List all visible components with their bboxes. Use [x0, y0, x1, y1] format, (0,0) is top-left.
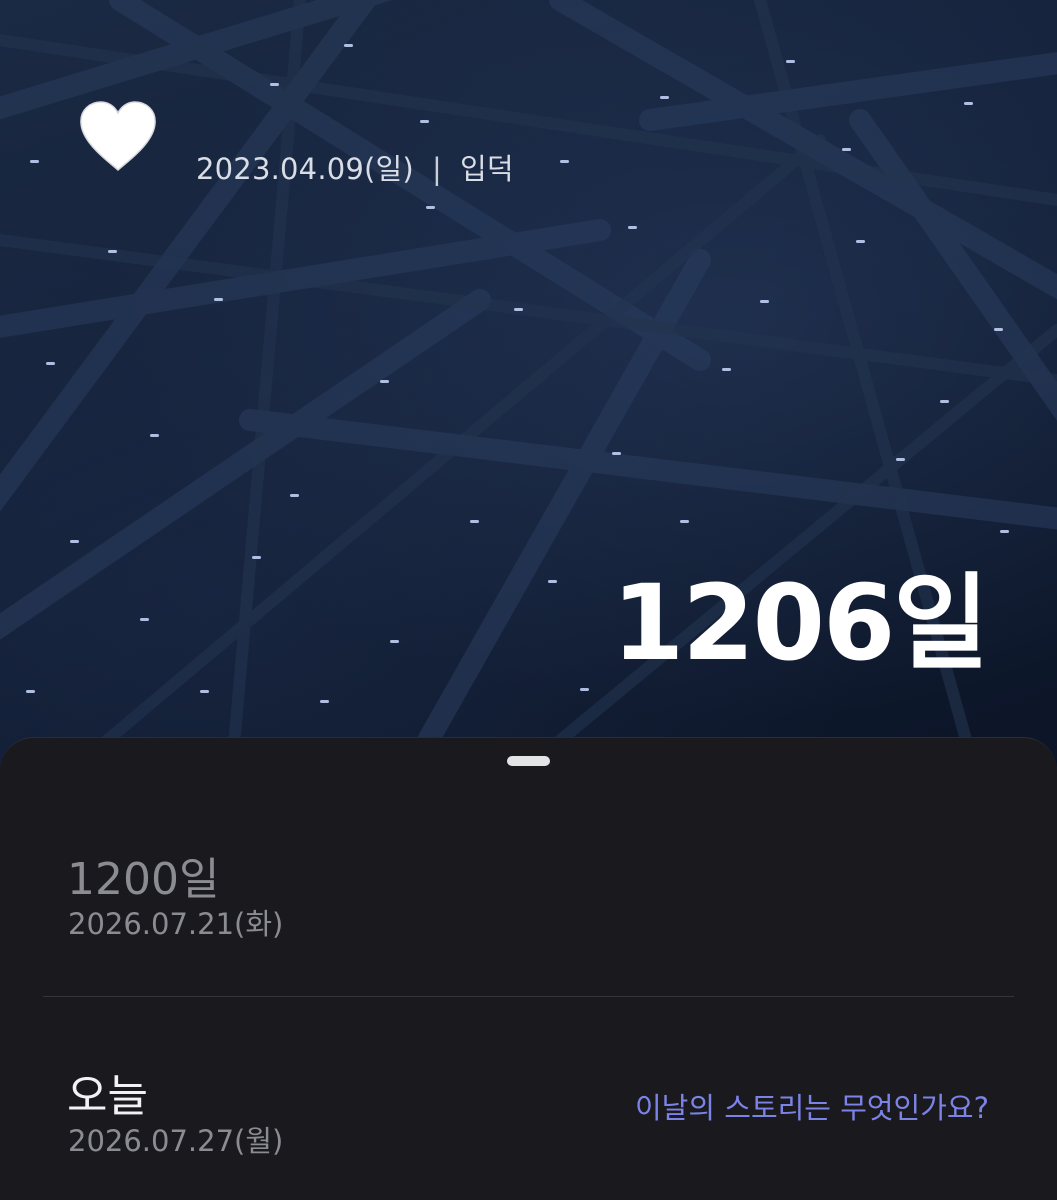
- start-date: 2023.04.09(일): [196, 152, 414, 186]
- milestone-title: 1200일: [67, 854, 220, 905]
- today-title: 오늘: [67, 1071, 148, 1122]
- divider: [43, 996, 1014, 997]
- dday-screen: 2023.04.09(일) | 입덕 1206일 1200일 2026.07.21(…: [0, 0, 1057, 1200]
- dday-count: 1206일: [611, 562, 989, 684]
- start-label: 입덕: [459, 152, 514, 186]
- milestone-date: 2026.07.21(화): [68, 907, 284, 941]
- today-date: 2026.07.27(월): [68, 1124, 284, 1158]
- story-prompt-link[interactable]: 이날의 스토리는 무엇인가요?: [635, 1085, 989, 1127]
- start-date-line: 2023.04.09(일) | 입덕: [196, 146, 514, 188]
- heart-icon: [80, 101, 156, 172]
- separator: |: [431, 152, 442, 186]
- hero-background-image: 2023.04.09(일) | 입덕 1206일: [0, 0, 1057, 790]
- milestone-bottom-sheet[interactable]: 1200일 2026.07.21(화) 오늘 2026.07.27(월) 이날의…: [0, 737, 1057, 1200]
- sheet-drag-handle[interactable]: [507, 756, 550, 766]
